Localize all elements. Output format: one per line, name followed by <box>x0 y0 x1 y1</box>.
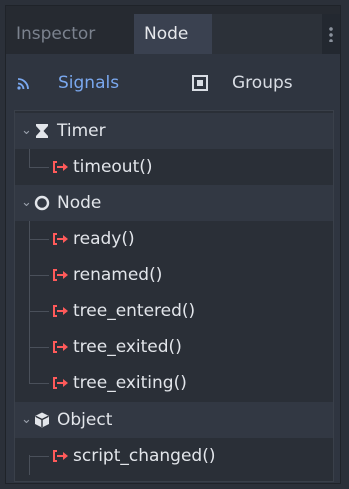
signal-arrow-icon <box>53 341 68 353</box>
tree-guide-branch <box>29 311 49 312</box>
signal-wave-icon <box>17 78 29 90</box>
tree-section-node[interactable]: ⌄ Node <box>15 185 333 221</box>
signal-item-tree-exiting[interactable]: tree_exiting() <box>15 365 333 401</box>
vertical-dots-icon <box>329 26 333 42</box>
signal-label: tree_exiting() <box>73 373 187 393</box>
dock-tab-bar: Inspector Node <box>6 6 340 54</box>
signal-item-tree-exited[interactable]: tree_exited() <box>15 329 333 365</box>
signals-button[interactable]: Signals <box>16 61 119 105</box>
tree-guide-branch <box>29 275 49 276</box>
tree-section-timer[interactable]: ⌄ Timer <box>15 113 333 149</box>
tree-guide-branch <box>29 347 49 348</box>
signal-label: timeout() <box>73 157 153 177</box>
node-dock-toolbar: Signals Groups <box>6 61 340 105</box>
node-dock-panel: Inspector Node Signals Groups ⌄ Timer ti… <box>5 5 341 484</box>
tree-guide-branch <box>29 239 49 240</box>
cube-icon <box>35 412 49 428</box>
signal-arrow-icon <box>53 161 68 173</box>
signal-label: renamed() <box>73 265 163 285</box>
chevron-down-icon[interactable]: ⌄ <box>21 113 33 149</box>
signal-label: tree_exited() <box>73 337 182 357</box>
tree-guide-branch <box>29 456 49 457</box>
signal-arrow-icon <box>53 305 68 317</box>
signal-item-ready[interactable]: ready() <box>15 221 333 257</box>
dock-menu-button[interactable] <box>322 14 340 54</box>
signals-label: Signals <box>58 73 120 93</box>
section-label: Object <box>57 410 113 430</box>
signal-arrow-icon <box>53 450 68 462</box>
tab-node[interactable]: Node <box>134 14 212 54</box>
tab-inspector[interactable]: Inspector <box>6 14 134 54</box>
signal-label: ready() <box>73 229 135 249</box>
circle-icon <box>34 195 50 211</box>
tree-guide-branch <box>29 383 49 384</box>
chevron-down-icon[interactable]: ⌄ <box>21 185 33 221</box>
signal-item-tree-entered[interactable]: tree_entered() <box>15 293 333 329</box>
signal-arrow-icon <box>53 377 68 389</box>
signal-arrow-icon <box>53 233 68 245</box>
signal-arrow-icon <box>53 269 68 281</box>
tree-section-object[interactable]: ⌄ Object <box>15 402 333 438</box>
signal-item-script-changed[interactable]: script_changed() <box>15 438 333 474</box>
signal-label: tree_entered() <box>73 301 196 321</box>
groups-label: Groups <box>232 73 293 93</box>
section-label: Node <box>57 193 102 213</box>
tab-bar-spacer <box>212 14 324 54</box>
chevron-down-icon[interactable]: ⌄ <box>21 402 33 438</box>
tree-guide-branch <box>29 167 49 168</box>
group-square-icon <box>192 75 208 91</box>
section-label: Timer <box>57 121 106 141</box>
signal-label: script_changed() <box>73 446 216 466</box>
signals-tree[interactable]: ⌄ Timer timeout() ⌄ Node ready() renamed… <box>14 110 334 482</box>
groups-button[interactable]: Groups <box>192 61 293 105</box>
hourglass-icon <box>36 124 48 138</box>
signal-item-renamed[interactable]: renamed() <box>15 257 333 293</box>
signal-item-timeout[interactable]: timeout() <box>15 149 333 185</box>
